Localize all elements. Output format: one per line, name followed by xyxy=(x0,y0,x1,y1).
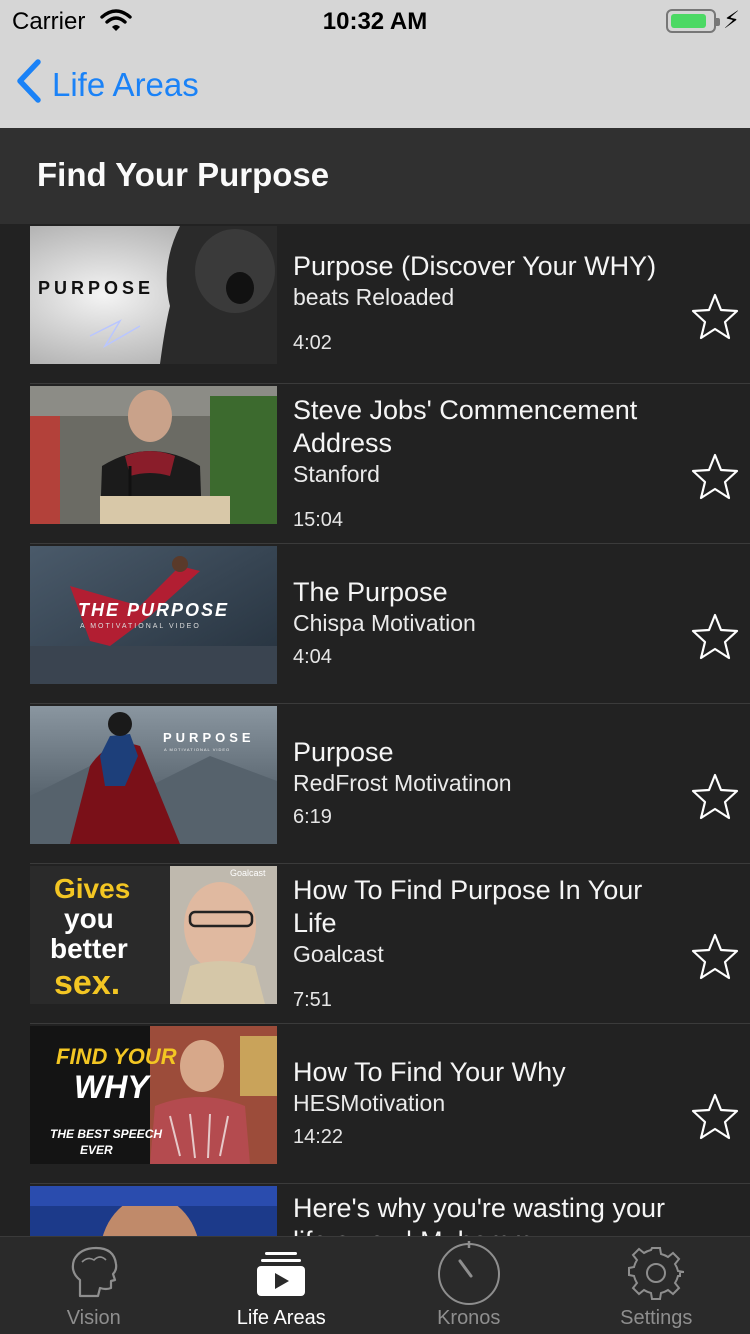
video-duration: 4:04 xyxy=(293,646,332,668)
favorite-star-icon[interactable] xyxy=(690,452,740,502)
video-list[interactable]: PURPOSE Purpose (Discover Your WHY) beat… xyxy=(0,224,750,1236)
tab-vision[interactable]: Vision xyxy=(0,1237,188,1334)
video-channel: Chispa Motivation xyxy=(293,610,476,636)
video-thumbnail: FIND YOUR WHY THE BEST SPEECH EVER xyxy=(30,1026,277,1164)
battery-icon xyxy=(666,9,720,33)
video-info: Purpose (Discover Your WHY) beats Reload… xyxy=(293,224,673,382)
video-channel: HESMotivation xyxy=(293,1090,446,1116)
navigation-area: Carrier 10:32 AM ⚡ Life Areas xyxy=(0,0,750,128)
thumbnail-line: EVER xyxy=(80,1143,113,1157)
section-header: Find Your Purpose xyxy=(0,128,750,224)
thumbnail-line: Gives xyxy=(54,873,130,904)
favorite-star-icon[interactable] xyxy=(690,1092,740,1142)
favorite-star-icon[interactable] xyxy=(690,612,740,662)
video-thumbnail xyxy=(30,1186,277,1236)
video-thumbnail xyxy=(30,386,277,524)
video-info: Here's why you're wasting your life away… xyxy=(293,1184,673,1236)
thumbnail-text: PURPOSE xyxy=(163,730,255,745)
video-row[interactable]: Gives you better sex. Goalcast How To Fi… xyxy=(30,864,750,1024)
video-info: The Purpose Chispa Motivation 4:04 xyxy=(293,544,673,702)
video-title: The Purpose xyxy=(293,577,448,607)
video-info: How To Find Your Why HESMotivation 14:22 xyxy=(293,1024,673,1182)
status-time: 10:32 AM xyxy=(322,8,428,35)
video-thumbnail: THE PURPOSE A MOTIVATIONAL VIDEO xyxy=(30,546,277,684)
bolt-icon: ⚡ xyxy=(723,7,740,34)
thumbnail-text: THE PURPOSE xyxy=(78,600,229,620)
video-duration: 14:22 xyxy=(293,1126,344,1148)
tab-settings[interactable]: Settings xyxy=(563,1237,750,1334)
thumbnail-text: PURPOSE xyxy=(38,278,154,298)
chevron-left-icon xyxy=(14,58,44,112)
video-library-icon xyxy=(253,1237,309,1307)
tab-label: Kronos xyxy=(437,1307,501,1329)
video-title: Steve Jobs' Commencement Address xyxy=(293,394,638,458)
gear-icon xyxy=(628,1237,685,1307)
tab-bar: Vision Life Areas Kronos Settings xyxy=(0,1236,750,1334)
tab-label: Settings xyxy=(620,1307,693,1329)
video-channel: RedFrost Motivatinon xyxy=(293,770,512,796)
thumbnail-line: THE BEST SPEECH xyxy=(50,1127,162,1141)
video-title: Purpose (Discover Your WHY) xyxy=(293,251,657,281)
thumbnail-subtext: A MOTIVATIONAL VIDEO xyxy=(80,623,201,630)
head-profile-icon xyxy=(66,1237,122,1307)
video-row[interactable]: PURPOSE Purpose (Discover Your WHY) beat… xyxy=(30,224,750,384)
tab-label: Life Areas xyxy=(236,1307,326,1329)
video-row[interactable]: THE PURPOSE A MOTIVATIONAL VIDEO The Pur… xyxy=(30,544,750,704)
video-info: Steve Jobs' Commencement Address Stanfor… xyxy=(293,384,673,542)
thumbnail-brand: Goalcast xyxy=(230,868,266,878)
video-row[interactable]: Steve Jobs' Commencement Address Stanfor… xyxy=(30,384,750,544)
video-title: Here's why you're wasting your life away… xyxy=(293,1193,665,1236)
video-duration: 7:51 xyxy=(293,988,332,1011)
video-thumbnail: Gives you better sex. Goalcast xyxy=(30,866,277,1004)
video-duration: 4:02 xyxy=(293,332,332,354)
video-channel: beats Reloaded xyxy=(293,284,455,310)
thumbnail-subtext: A MOTIVATIONAL VIDEO xyxy=(164,747,230,752)
video-duration: 6:19 xyxy=(293,806,332,828)
thumbnail-line: WHY xyxy=(74,1069,151,1105)
page-title: Find Your Purpose xyxy=(37,156,330,193)
video-duration: 15:04 xyxy=(293,508,344,531)
video-title: How To Find Your Why xyxy=(293,1057,566,1087)
tab-label: Vision xyxy=(66,1307,121,1329)
favorite-star-icon[interactable] xyxy=(690,772,740,822)
thumbnail-line: you xyxy=(64,903,114,934)
video-info: How To Find Purpose In Your Life Goalcas… xyxy=(293,864,673,1022)
thumbnail-line: sex. xyxy=(54,964,120,1002)
video-title: How To Find Purpose In Your Life xyxy=(293,874,643,938)
video-info: Purpose RedFrost Motivatinon 6:19 xyxy=(293,704,673,862)
tab-life-areas[interactable]: Life Areas xyxy=(188,1237,376,1334)
back-label: Life Areas xyxy=(52,66,199,103)
favorite-star-icon[interactable] xyxy=(690,292,740,342)
thumbnail-line: better xyxy=(50,933,128,964)
status-bar: Carrier 10:32 AM ⚡ xyxy=(0,0,750,40)
tab-kronos[interactable]: Kronos xyxy=(375,1237,563,1334)
stopwatch-icon xyxy=(436,1237,502,1307)
video-channel: Goalcast xyxy=(293,940,384,967)
video-row[interactable]: Here's why you're wasting your life away… xyxy=(30,1184,750,1236)
video-channel: Stanford xyxy=(293,460,380,487)
video-row[interactable]: FIND YOUR WHY THE BEST SPEECH EVER How T… xyxy=(30,1024,750,1184)
favorite-star-icon[interactable] xyxy=(690,932,740,982)
video-thumbnail: PURPOSE xyxy=(30,226,277,364)
video-row[interactable]: PURPOSE A MOTIVATIONAL VIDEO Purpose Red… xyxy=(30,704,750,864)
video-thumbnail: PURPOSE A MOTIVATIONAL VIDEO xyxy=(30,706,277,844)
thumbnail-line: FIND YOUR xyxy=(56,1044,177,1069)
video-title: Purpose xyxy=(293,737,394,767)
back-button[interactable]: Life Areas xyxy=(14,58,199,112)
